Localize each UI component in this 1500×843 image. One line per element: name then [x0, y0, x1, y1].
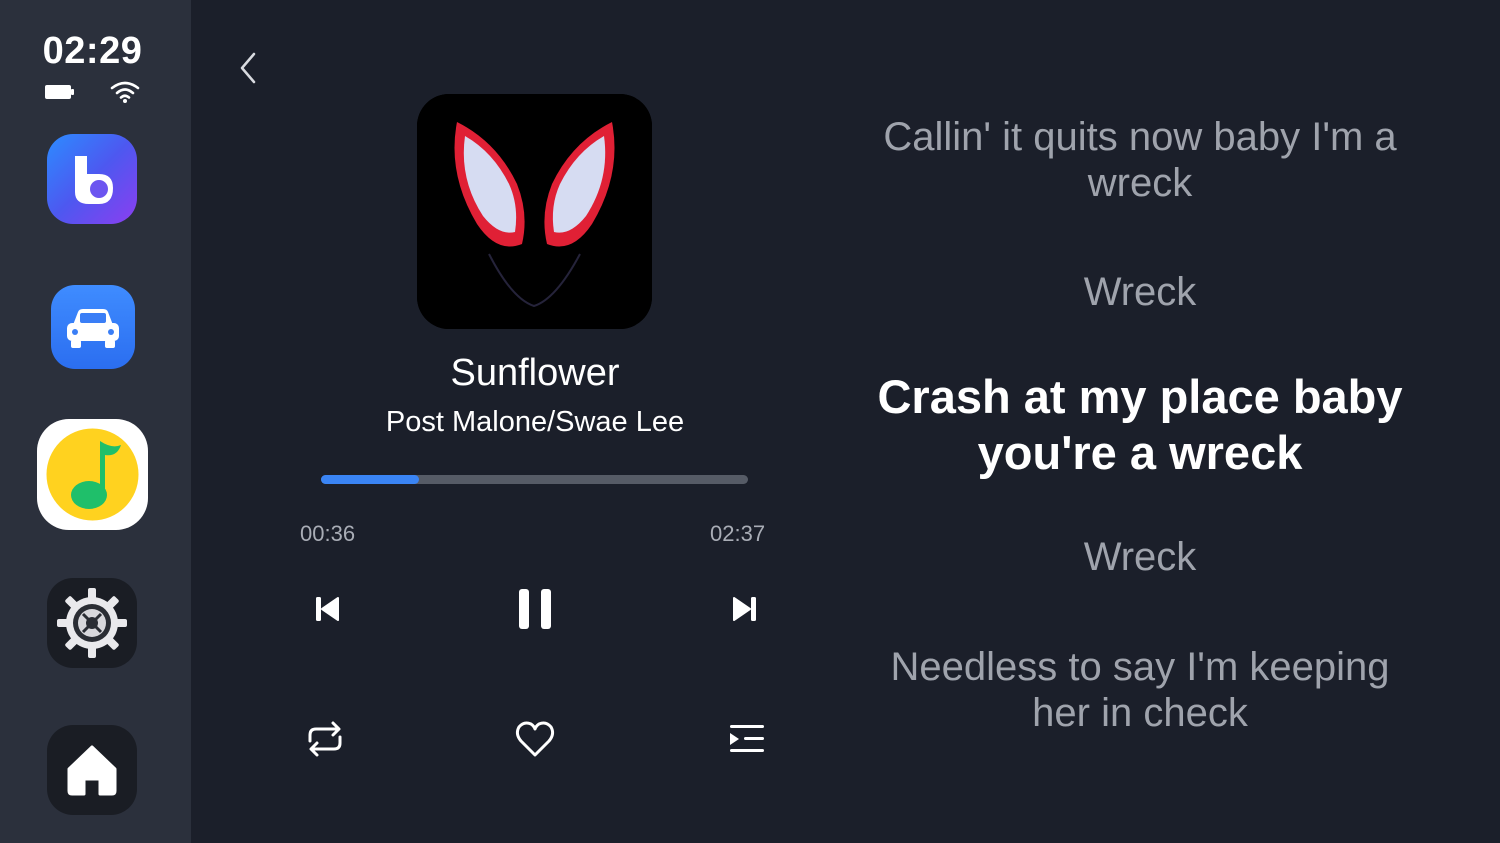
song-artist: Post Malone/Swae Lee [385, 406, 685, 438]
playlist-button[interactable] [724, 719, 768, 759]
previous-button[interactable] [310, 590, 344, 628]
car-app-icon[interactable] [51, 285, 135, 369]
carplay-screen: 02:29 Sunflower Post Malone/Swae Lee 00:… [0, 0, 1500, 843]
lyric-line-active: Crash at my place baby you're a wreck [877, 370, 1403, 479]
progress-fill [321, 475, 420, 484]
like-button[interactable] [512, 717, 558, 761]
pause-button[interactable] [512, 585, 558, 633]
lyric-line: Callin' it quits now baby I'm a wreck [883, 115, 1397, 205]
pause-icon [519, 589, 551, 629]
progress-bar[interactable] [321, 475, 748, 484]
battery-icon [45, 85, 74, 99]
back-button[interactable] [230, 48, 266, 88]
repeat-icon [308, 721, 342, 757]
playlist-icon [730, 725, 764, 752]
lyric-line: Needless to say I'm keeping her in check [890, 645, 1390, 735]
wifi-icon [110, 81, 140, 103]
chevron-left-icon [240, 52, 256, 84]
qq-music-app-icon[interactable] [37, 419, 148, 530]
home-icon[interactable] [47, 725, 137, 815]
settings-app-icon[interactable] [47, 578, 137, 668]
song-title: Sunflower [450, 352, 620, 394]
lyrics-panel: Callin' it quits now baby I'm a wreck Wr… [860, 0, 1420, 843]
sidebar: 02:29 [0, 0, 191, 843]
skip-previous-icon [316, 597, 339, 621]
bixby-app-icon[interactable] [47, 134, 137, 224]
repeat-button[interactable] [302, 717, 348, 761]
elapsed-time: 00:36 [300, 521, 356, 546]
status-clock: 02:29 [42, 30, 143, 72]
lyric-line: Wreck [1083, 270, 1197, 314]
next-button[interactable] [728, 590, 762, 628]
skip-next-icon [733, 597, 756, 621]
lyric-line: Wreck [1083, 535, 1197, 579]
heart-icon [515, 721, 555, 757]
total-time: 02:37 [710, 521, 766, 546]
album-art [417, 94, 652, 329]
